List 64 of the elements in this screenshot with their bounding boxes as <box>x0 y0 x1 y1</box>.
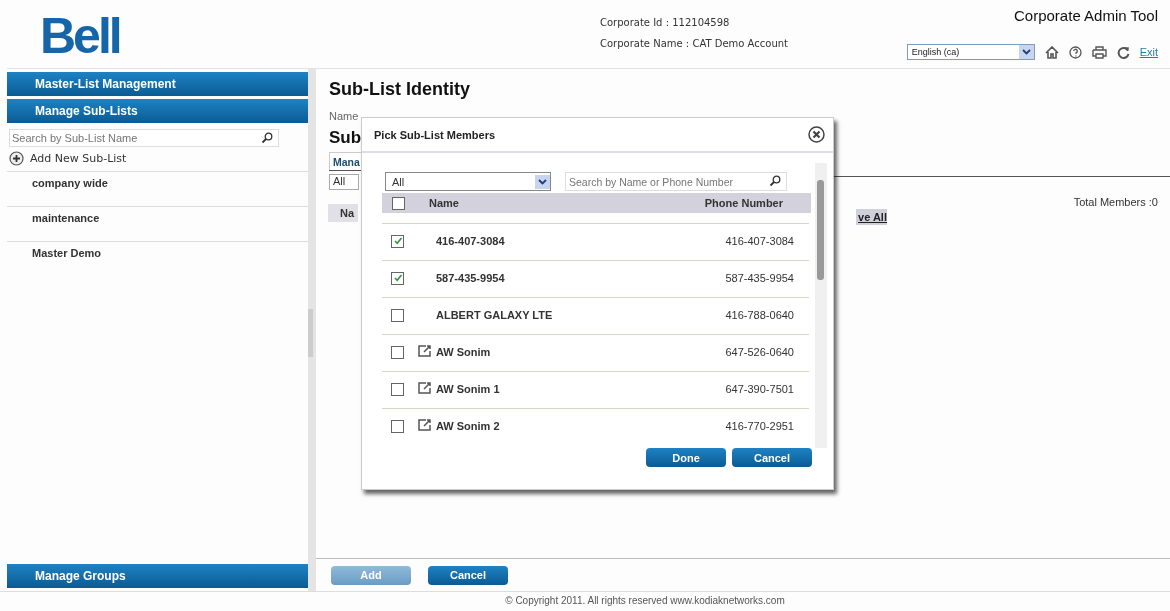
search-icon[interactable] <box>261 132 273 144</box>
total-members: Total Members :0 <box>1073 196 1158 208</box>
checkbox[interactable] <box>391 345 404 359</box>
member-name: AW Sonim <box>436 346 491 358</box>
device-icon <box>418 419 432 431</box>
copyright: © Copyright 2011. All rights reserved www.kodiaknetworks.com <box>505 595 785 606</box>
language-select[interactable]: English (ca) <box>906 44 1035 60</box>
close-icon[interactable] <box>808 126 825 143</box>
sidebar-section-header[interactable]: Manage Groups <box>7 564 308 588</box>
help-icon[interactable] <box>1068 45 1082 59</box>
search-field[interactable]: Search by Name or Phone Number <box>565 172 787 191</box>
checkbox[interactable] <box>391 382 404 396</box>
app-title: Corporate Admin Tool <box>1014 7 1158 24</box>
splitter-handle[interactable] <box>308 309 313 357</box>
phone-number: 416-770-2951 <box>725 420 794 432</box>
sidebar-item[interactable]: company wide <box>32 177 108 189</box>
sidebar-item[interactable]: Master Demo <box>32 247 102 259</box>
phone-number: 647-526-0640 <box>725 346 794 358</box>
refresh-icon[interactable] <box>1116 45 1130 59</box>
add-icon[interactable] <box>9 151 24 166</box>
column-header: Name <box>429 197 460 209</box>
checkbox[interactable] <box>392 196 405 210</box>
search-field[interactable]: Search by Sub-List Name <box>9 129 279 147</box>
print-icon[interactable] <box>1091 45 1107 59</box>
cancel-button[interactable]: Cancel <box>732 448 812 467</box>
filter-select[interactable]: All <box>385 172 551 191</box>
cancel-button[interactable]: Cancel <box>428 565 508 585</box>
section-title: Sub <box>329 128 362 147</box>
column-header: Phone Number <box>704 197 783 209</box>
sidebar-item[interactable]: maintenance <box>32 212 100 224</box>
filter-select[interactable]: All <box>329 174 359 190</box>
checkbox[interactable] <box>391 308 404 322</box>
member-name: AW Sonim 1 <box>436 383 500 395</box>
checkbox[interactable] <box>391 419 404 433</box>
device-icon <box>418 382 432 394</box>
phone-number: 416-788-0640 <box>725 309 794 321</box>
sidebar-section-header[interactable]: Manage Sub-Lists <box>7 99 308 123</box>
member-name: AW Sonim 2 <box>436 420 500 432</box>
column-header: Na <box>328 204 359 222</box>
checkbox[interactable] <box>391 234 404 248</box>
add-sub-list-link[interactable]: Add New Sub-List <box>30 152 127 165</box>
logo: Bell <box>40 8 120 64</box>
sidebar-section-header[interactable]: Master-List Management <box>7 72 308 96</box>
scrollbar[interactable] <box>815 163 827 448</box>
tab[interactable]: Mana <box>329 152 363 170</box>
exit-link[interactable]: Exit <box>1139 46 1158 58</box>
device-icon <box>418 345 432 357</box>
member-name: 587-435-9954 <box>436 272 505 284</box>
corporate-name: Corporate Name : CAT Demo Account <box>600 38 789 50</box>
scrollbar-thumb[interactable] <box>817 180 824 280</box>
corporate-id: Corporate Id : 112104598 <box>600 17 731 29</box>
home-icon[interactable] <box>1044 45 1059 59</box>
dialog-title: Pick Sub-List Members <box>374 128 496 141</box>
member-name: 416-407-3084 <box>436 235 505 247</box>
done-button[interactable]: Done <box>646 448 726 467</box>
search-icon[interactable] <box>769 175 781 187</box>
remove-all-link[interactable]: ve All <box>856 209 887 225</box>
page-title: Sub-List Identity <box>329 79 470 99</box>
phone-number: 587-435-9954 <box>725 272 794 284</box>
phone-number: 647-390-7501 <box>725 383 794 395</box>
checkbox[interactable] <box>391 271 404 285</box>
field-label: Name <box>329 110 359 122</box>
phone-number: 416-407-3084 <box>725 235 794 247</box>
member-name: ALBERT GALAXY LTE <box>436 309 553 321</box>
